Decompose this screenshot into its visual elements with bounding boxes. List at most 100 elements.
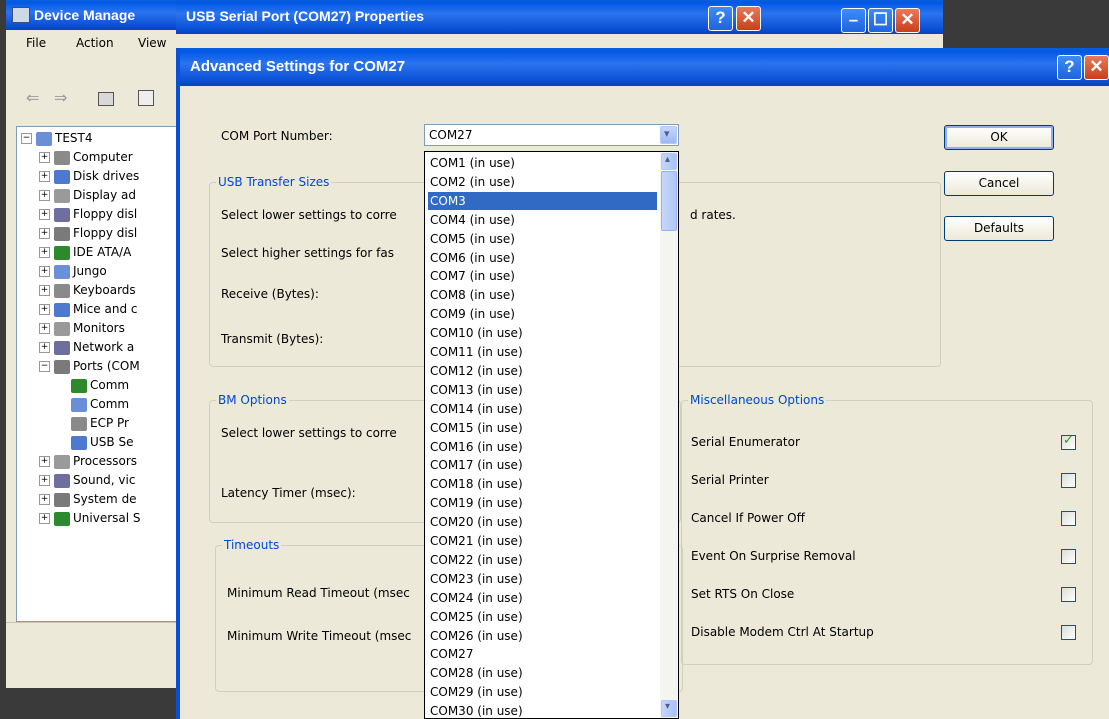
cancel-button[interactable]: Cancel xyxy=(944,171,1054,196)
serial-printer-checkbox[interactable] xyxy=(1061,473,1076,488)
collapse-icon[interactable]: − xyxy=(39,361,50,372)
device-tree[interactable]: − TEST4 + Computer + Disk drives + Display ad + F… xyxy=(16,126,180,622)
tree-item[interactable]: + Network a xyxy=(39,338,134,357)
com-port-option[interactable]: COM21 (in use) xyxy=(428,532,657,550)
com-port-option[interactable]: COM11 (in use) xyxy=(428,343,657,361)
com-port-option[interactable]: COM12 (in use) xyxy=(428,362,657,380)
set-rts-on-close-checkbox[interactable] xyxy=(1061,587,1076,602)
tree-item[interactable]: Comm xyxy=(57,376,129,395)
com-port-option[interactable]: COM25 (in use) xyxy=(428,608,657,626)
dialog-titlebar[interactable]: Advanced Settings for COM27 ? ✕ xyxy=(180,48,1109,86)
scroll-up-icon[interactable]: ▴ xyxy=(661,153,677,170)
tree-item[interactable]: + Floppy disl xyxy=(39,205,137,224)
properties-titlebar[interactable]: USB Serial Port (COM27) Properties ? ✕ –… xyxy=(176,0,943,34)
com-port-option[interactable]: COM6 (in use) xyxy=(428,249,657,267)
defaults-button[interactable]: Defaults xyxy=(944,216,1054,241)
com-port-option[interactable]: COM30 (in use) xyxy=(428,702,657,718)
console-tree-icon[interactable] xyxy=(98,92,114,106)
expand-icon[interactable]: + xyxy=(39,209,50,220)
tree-item[interactable]: + Display ad xyxy=(39,186,136,205)
collapse-icon[interactable]: − xyxy=(21,133,32,144)
com-port-option[interactable]: COM22 (in use) xyxy=(428,551,657,569)
serial-enumerator-checkbox[interactable]: ✓ xyxy=(1061,433,1076,450)
scroll-thumb[interactable] xyxy=(661,171,677,231)
com-port-select[interactable]: COM27 ▾ xyxy=(424,124,679,146)
tree-item[interactable]: + Floppy disl xyxy=(39,224,137,243)
tree-item[interactable]: Comm xyxy=(57,395,129,414)
com-port-option[interactable]: COM1 (in use) xyxy=(428,154,657,172)
com-port-option[interactable]: COM28 (in use) xyxy=(428,664,657,682)
com-port-option[interactable]: COM29 (in use) xyxy=(428,683,657,701)
dialog-help-button[interactable]: ? xyxy=(1057,55,1082,80)
com-port-option[interactable]: COM19 (in use) xyxy=(428,494,657,512)
expand-icon[interactable]: + xyxy=(39,247,50,258)
tree-item[interactable]: USB Se xyxy=(57,433,133,452)
tree-item[interactable]: + System de xyxy=(39,490,137,509)
com-port-option[interactable]: COM24 (in use) xyxy=(428,589,657,607)
expand-icon[interactable]: + xyxy=(39,228,50,239)
expand-icon[interactable]: + xyxy=(39,266,50,277)
chevron-down-icon[interactable]: ▾ xyxy=(660,126,677,144)
com-port-option[interactable]: COM3 xyxy=(428,191,657,210)
tree-item[interactable]: − TEST4 xyxy=(21,129,93,148)
minimize-button[interactable]: – xyxy=(841,8,866,33)
com-port-option[interactable]: COM15 (in use) xyxy=(428,419,657,437)
com-port-option[interactable]: COM27 xyxy=(428,645,657,663)
tree-item[interactable]: + Mice and c xyxy=(39,300,137,319)
expand-icon[interactable]: + xyxy=(39,323,50,334)
tree-item[interactable]: − Ports (COM xyxy=(39,357,140,376)
menu-view[interactable]: View xyxy=(138,36,166,50)
tree-item[interactable]: + Computer xyxy=(39,148,133,167)
properties-icon[interactable] xyxy=(138,90,154,106)
dropdown-scrollbar[interactable]: ▴ ▾ xyxy=(660,152,678,718)
back-arrow-icon[interactable]: ⇐ xyxy=(26,88,39,107)
tree-item[interactable]: + Universal S xyxy=(39,509,141,528)
expand-icon[interactable]: + xyxy=(39,152,50,163)
tree-item[interactable]: + Processors xyxy=(39,452,137,471)
expand-icon[interactable]: + xyxy=(39,513,50,524)
com-port-option[interactable]: COM17 (in use) xyxy=(428,456,657,474)
disable-modem-ctrl-checkbox[interactable] xyxy=(1061,625,1076,640)
com-port-option[interactable]: COM10 (in use) xyxy=(428,324,657,342)
com-port-option[interactable]: COM20 (in use) xyxy=(428,513,657,531)
expand-icon[interactable]: + xyxy=(39,456,50,467)
properties-close-icon[interactable]: ✕ xyxy=(895,8,920,33)
com-port-dropdown-list[interactable]: COM1 (in use) COM2 (in use) COM3 COM4 (in u… xyxy=(424,151,679,719)
menu-file[interactable]: File xyxy=(26,36,46,50)
ok-button[interactable]: OK xyxy=(944,125,1054,150)
menu-action[interactable]: Action xyxy=(76,36,114,50)
tree-item[interactable]: + Sound, vic xyxy=(39,471,135,490)
com-port-option[interactable]: COM8 (in use) xyxy=(428,286,657,304)
com-port-option[interactable]: COM18 (in use) xyxy=(428,475,657,493)
com-port-option[interactable]: COM16 (in use) xyxy=(428,438,657,456)
tree-item[interactable]: + Disk drives xyxy=(39,167,139,186)
dialog-close-icon[interactable]: ✕ xyxy=(1084,55,1109,80)
scroll-down-icon[interactable]: ▾ xyxy=(661,700,677,717)
com-port-option[interactable]: COM2 (in use) xyxy=(428,173,657,191)
help-button[interactable]: ? xyxy=(708,6,733,31)
close-icon[interactable]: ✕ xyxy=(736,6,761,31)
tree-item[interactable]: + Keyboards xyxy=(39,281,136,300)
tree-item[interactable]: + Monitors xyxy=(39,319,125,338)
forward-arrow-icon[interactable]: ⇒ xyxy=(54,88,67,107)
tree-item[interactable]: ECP Pr xyxy=(57,414,129,433)
com-port-option[interactable]: COM9 (in use) xyxy=(428,305,657,323)
com-port-option[interactable]: COM5 (in use) xyxy=(428,230,657,248)
event-on-surprise-removal-checkbox[interactable] xyxy=(1061,549,1076,564)
com-port-option[interactable]: COM23 (in use) xyxy=(428,570,657,588)
com-port-option[interactable]: COM7 (in use) xyxy=(428,267,657,285)
expand-icon[interactable]: + xyxy=(39,475,50,486)
expand-icon[interactable]: + xyxy=(39,342,50,353)
tree-item[interactable]: + Jungo xyxy=(39,262,107,281)
com-port-option[interactable]: COM13 (in use) xyxy=(428,381,657,399)
expand-icon[interactable]: + xyxy=(39,304,50,315)
expand-icon[interactable]: + xyxy=(39,494,50,505)
cancel-if-power-off-checkbox[interactable] xyxy=(1061,511,1076,526)
expand-icon[interactable]: + xyxy=(39,190,50,201)
maximize-button[interactable]: ☐ xyxy=(868,8,893,33)
com-port-option[interactable]: COM4 (in use) xyxy=(428,211,657,229)
com-port-option[interactable]: COM14 (in use) xyxy=(428,400,657,418)
expand-icon[interactable]: + xyxy=(39,285,50,296)
tree-item[interactable]: + IDE ATA/A xyxy=(39,243,131,262)
com-port-option[interactable]: COM26 (in use) xyxy=(428,627,657,645)
